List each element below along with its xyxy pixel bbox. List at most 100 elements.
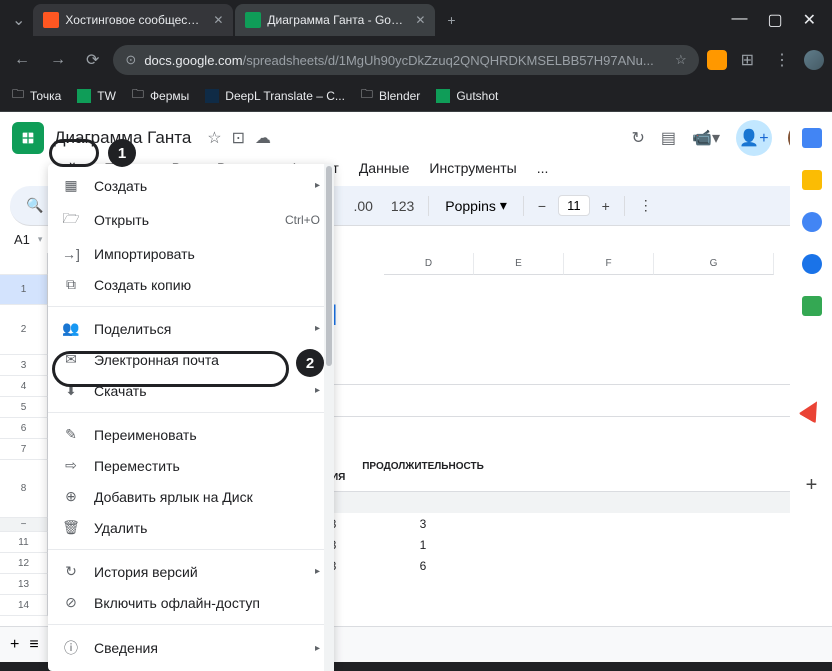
format-123[interactable]: 123 bbox=[385, 194, 420, 218]
copy-icon: ⧉ bbox=[62, 276, 80, 293]
row-group-toggle[interactable]: − bbox=[0, 518, 48, 532]
number-format[interactable]: .00 bbox=[347, 194, 378, 218]
row-header[interactable]: 4 bbox=[0, 376, 48, 397]
menu-item-delete[interactable]: 🗑Удалить bbox=[48, 512, 334, 543]
star-icon[interactable]: ☆ bbox=[207, 128, 221, 148]
font-size-decrease[interactable]: − bbox=[532, 194, 552, 218]
url-input[interactable]: ⊙ docs.google.com/spreadsheets/d/1MgUh90… bbox=[113, 45, 698, 75]
submenu-arrow-icon: ▸ bbox=[315, 566, 320, 577]
history-icon[interactable]: ↻ bbox=[632, 128, 645, 148]
row-header[interactable]: 11 bbox=[0, 532, 48, 553]
bookmark-item[interactable]: Gutshot bbox=[436, 89, 498, 103]
add-sheet-icon[interactable]: + bbox=[10, 636, 19, 654]
menu-item-move[interactable]: ⇨Переместить bbox=[48, 450, 334, 481]
annotation-badge-1: 1 bbox=[108, 139, 136, 167]
tab-list-chevron[interactable]: ⌄ bbox=[4, 10, 33, 30]
font-size-increase[interactable]: + bbox=[596, 194, 616, 218]
annotation-ring-2 bbox=[52, 351, 289, 387]
menu-item-add-shortcut[interactable]: ⊕Добавить ярлык на Диск bbox=[48, 481, 334, 512]
menu-tools[interactable]: Инструменты bbox=[421, 156, 524, 180]
calendar-icon[interactable] bbox=[802, 128, 822, 148]
maps-icon[interactable] bbox=[802, 296, 822, 316]
forward-button[interactable]: → bbox=[44, 47, 72, 73]
profile-avatar[interactable] bbox=[804, 50, 824, 70]
star-icon[interactable]: ☆ bbox=[675, 52, 687, 68]
row-header[interactable]: 5 bbox=[0, 397, 48, 418]
import-icon: →] bbox=[62, 246, 80, 262]
row-headers: 1 2 3 4 5 6 7 8 − 11 12 13 14 bbox=[0, 253, 48, 633]
comments-icon[interactable]: ▤ bbox=[661, 128, 676, 148]
bookmark-item[interactable]: 🗀Точка bbox=[12, 85, 61, 106]
extensions-icon[interactable]: ⊞ bbox=[735, 46, 760, 74]
search-menus-icon[interactable]: 🔍 bbox=[20, 193, 49, 218]
menu-item-offline[interactable]: ⊘Включить офлайн-доступ bbox=[48, 587, 334, 618]
back-button[interactable]: ← bbox=[8, 47, 36, 73]
folder-icon: 🗀 bbox=[12, 85, 24, 106]
tab-favicon bbox=[245, 12, 261, 28]
submenu-arrow-icon: ▸ bbox=[315, 643, 320, 654]
row-header[interactable]: 1 bbox=[0, 275, 48, 305]
share-button[interactable]: 👤+ bbox=[736, 120, 772, 156]
move-icon: ⇨ bbox=[62, 457, 80, 474]
add-addon-icon[interactable]: + bbox=[806, 474, 818, 497]
menu-data[interactable]: Данные bbox=[351, 156, 418, 180]
bookmark-item[interactable]: 🗀Фермы bbox=[132, 85, 189, 106]
close-window-icon[interactable]: ✕ bbox=[803, 10, 816, 30]
menu-item-details[interactable]: ⓘСведения▸ bbox=[48, 631, 334, 665]
contacts-icon[interactable] bbox=[802, 254, 822, 274]
col-header[interactable]: F bbox=[564, 253, 654, 275]
browser-tab[interactable]: Хостинговое сообщество «Tim ✕ bbox=[33, 4, 233, 36]
trash-icon: 🗑 bbox=[62, 519, 80, 536]
toolbar-more-icon[interactable]: ⋮ bbox=[633, 193, 659, 218]
menu-more[interactable]: ... bbox=[529, 156, 557, 180]
font-size-input[interactable]: 11 bbox=[558, 195, 590, 216]
submenu-arrow-icon: ▸ bbox=[315, 323, 320, 334]
cloud-status-icon[interactable]: ☁ bbox=[255, 128, 271, 148]
close-icon[interactable]: ✕ bbox=[213, 13, 223, 27]
menu-item-open[interactable]: 🗁ОткрытьCtrl+O bbox=[48, 201, 334, 239]
meet-icon[interactable]: 📹▾ bbox=[692, 128, 720, 148]
browser-tab-strip: ⌄ Хостинговое сообщество «Tim ✕ Диаграмм… bbox=[0, 0, 832, 40]
extension-icon[interactable] bbox=[707, 50, 727, 70]
bookmark-item[interactable]: 🗀Blender bbox=[361, 85, 420, 106]
row-header[interactable]: 3 bbox=[0, 355, 48, 376]
menu-item-copy[interactable]: ⧉Создать копию bbox=[48, 269, 334, 300]
addon-icon[interactable] bbox=[798, 396, 825, 423]
maximize-icon[interactable]: ▢ bbox=[767, 10, 782, 30]
menu-item-rename[interactable]: ✎Переименовать bbox=[48, 419, 334, 450]
select-all-cell[interactable] bbox=[0, 253, 48, 275]
sheets-logo-icon[interactable] bbox=[12, 122, 44, 154]
row-header[interactable]: 12 bbox=[0, 553, 48, 574]
browser-menu-icon[interactable]: ⋮ bbox=[768, 46, 796, 74]
minimize-icon[interactable]: — bbox=[731, 10, 747, 30]
menu-item-import[interactable]: →]Импортировать bbox=[48, 239, 334, 269]
bookmark-item[interactable]: DeepL Translate – C... bbox=[205, 89, 345, 103]
row-header[interactable]: 13 bbox=[0, 574, 48, 595]
browser-tab-active[interactable]: Диаграмма Ганта - Google Таб ✕ bbox=[235, 4, 435, 36]
menu-item-share[interactable]: 👥Поделиться▸ bbox=[48, 313, 334, 344]
separator bbox=[428, 196, 429, 216]
keep-icon[interactable] bbox=[802, 170, 822, 190]
col-header[interactable]: G bbox=[654, 253, 774, 275]
row-header[interactable]: 8 bbox=[0, 460, 48, 518]
menu-item-new[interactable]: ▦Создать▸ bbox=[48, 170, 334, 201]
row-header[interactable]: 2 bbox=[0, 305, 48, 355]
sheets-icon bbox=[436, 89, 450, 103]
menu-separator bbox=[48, 412, 334, 413]
all-sheets-icon[interactable]: ≡ bbox=[29, 636, 38, 654]
row-header[interactable]: 7 bbox=[0, 439, 48, 460]
col-header[interactable]: E bbox=[474, 253, 564, 275]
menu-item-version-history[interactable]: ↻История версий▸ bbox=[48, 556, 334, 587]
new-tab-button[interactable]: + bbox=[437, 12, 465, 28]
tasks-icon[interactable] bbox=[802, 212, 822, 232]
close-icon[interactable]: ✕ bbox=[415, 13, 425, 27]
reload-button[interactable]: ⟳ bbox=[80, 46, 105, 74]
site-info-icon[interactable]: ⊙ bbox=[125, 52, 136, 68]
move-icon[interactable]: ⊡ bbox=[232, 128, 245, 148]
row-header[interactable]: 6 bbox=[0, 418, 48, 439]
font-selector[interactable]: Poppins ▾ bbox=[437, 193, 515, 218]
bookmark-item[interactable]: TW bbox=[77, 89, 116, 103]
row-header[interactable]: 14 bbox=[0, 595, 48, 616]
tab-favicon bbox=[43, 12, 59, 28]
col-header[interactable]: D bbox=[384, 253, 474, 275]
